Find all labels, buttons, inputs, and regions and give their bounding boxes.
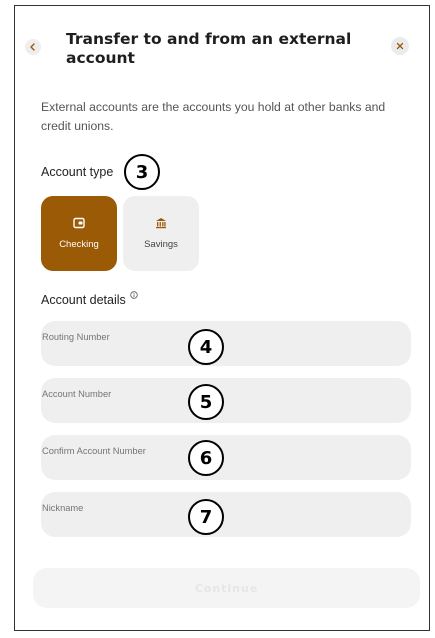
savings-option[interactable]: Savings <box>123 196 199 271</box>
nickname-placeholder: Nickname <box>42 503 84 513</box>
confirm-account-number-field[interactable]: Confirm Account Number <box>41 435 411 480</box>
routing-number-field[interactable]: Routing Number <box>41 321 411 366</box>
close-icon <box>396 42 404 50</box>
chevron-left-icon <box>30 43 35 51</box>
back-button[interactable] <box>25 39 41 55</box>
annotation-marker-3: 3 <box>124 154 160 190</box>
routing-number-placeholder: Routing Number <box>42 332 110 342</box>
info-icon[interactable] <box>130 291 138 299</box>
confirm-account-number-placeholder: Confirm Account Number <box>42 446 146 456</box>
checking-option[interactable]: Checking <box>41 196 117 271</box>
annotation-marker-5: 5 <box>188 384 224 420</box>
continue-button[interactable]: Continue <box>33 568 420 608</box>
annotation-marker-4: 4 <box>188 329 224 365</box>
wallet-icon <box>73 217 85 229</box>
account-details-label: Account details <box>41 293 126 307</box>
nickname-field[interactable]: Nickname <box>41 492 411 537</box>
checking-label: Checking <box>59 239 99 250</box>
annotation-marker-6: 6 <box>188 440 224 476</box>
savings-label: Savings <box>144 239 178 250</box>
annotation-marker-7: 7 <box>188 499 224 535</box>
account-type-label: Account type <box>41 165 114 179</box>
account-number-placeholder: Account Number <box>42 389 112 399</box>
close-button[interactable] <box>391 37 409 55</box>
account-number-field[interactable]: Account Number <box>41 378 411 423</box>
description-text: External accounts are the accounts you h… <box>41 100 386 133</box>
bank-icon <box>156 218 166 229</box>
dialog-title: Transfer to and from an external account <box>66 30 352 67</box>
